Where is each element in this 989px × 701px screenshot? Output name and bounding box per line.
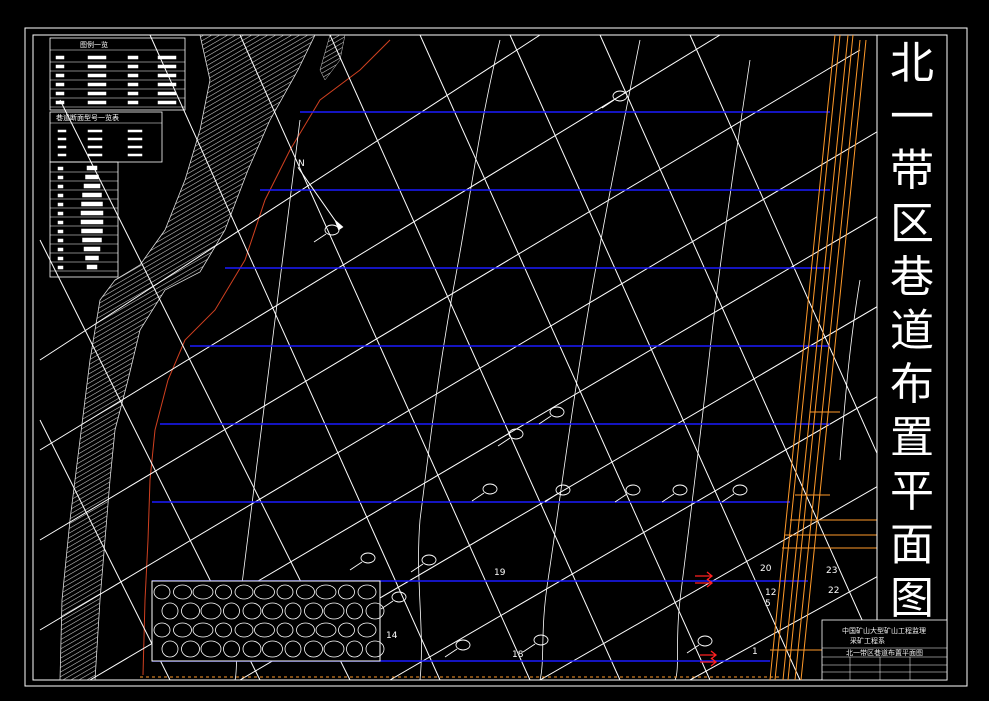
roadways [152,111,830,662]
legend-symbol [55,64,65,69]
legend-symbol [87,100,107,105]
legend-symbol [87,64,107,69]
legend-symbol [85,255,99,261]
station-marker-leader [661,493,675,503]
vertical-title-char: 图 [890,573,934,624]
legend-symbol [157,73,177,78]
vertical-title-char: 一 [890,92,934,143]
legend-symbol [157,91,177,96]
goaf-area [151,580,381,662]
station-markers [313,90,748,658]
vertical-title-char: 置 [890,413,934,464]
label-14: 14 [386,631,398,641]
label-19: 19 [494,568,506,578]
station-marker [482,483,498,495]
legend-symbol [55,73,65,78]
legend-symbol [87,55,107,60]
station-marker [360,552,376,564]
station-marker [549,406,565,418]
cad-drawing-canvas: N 图例一览 巷道断面型号一览表 19 20 23 22 12 5 14 18 [0,0,989,701]
vertical-title-char: 平 [890,466,934,517]
station-marker [533,634,549,646]
red-boundary-line [142,39,391,676]
title-block-project-line1: 中国矿山大型矿山工程监理 [842,626,926,635]
legend-symbol [157,100,177,105]
legend-symbol [86,264,98,270]
station-marker-leader [601,99,615,109]
vertical-title-char: 北 [890,38,934,89]
title-block: 中国矿山大型矿山工程监理 采矿工程系 北一带区巷道布置平面图 [821,619,948,681]
legend-symbol [55,55,65,60]
flow-arrows [695,571,718,667]
station-marker-leader [522,643,536,653]
label-23: 23 [826,566,837,576]
station-marker-leader [380,600,394,610]
title-block-project-line2: 采矿工程系 [850,636,885,645]
label-20: 20 [760,564,772,574]
legend-symbol [81,201,103,207]
legend-symbol [86,165,98,171]
vertical-title-char: 区 [890,199,934,250]
legend-symbol [127,91,139,96]
legend-symbol [157,55,177,60]
legend-symbol [127,100,139,105]
mine-layout-drawing: N 图例一览 巷道断面型号一览表 19 20 23 22 12 5 14 18 [24,27,968,687]
legend-symbol [87,73,107,78]
vertical-title: 北一带区巷道布置平面图 [890,38,934,624]
label-22: 22 [828,586,839,596]
north-letter: N [298,159,305,169]
station-marker [625,484,641,496]
legend-symbol [127,55,139,60]
label-12: 12 [765,588,776,598]
station-marker [672,484,688,496]
legend-symbol [83,183,101,189]
station-marker-leader [721,493,735,503]
station-marker-leader [313,233,327,243]
station-marker-leader [349,561,363,571]
station-marker [455,639,471,651]
legend-symbol [55,100,65,105]
vertical-title-char: 布 [890,359,934,410]
legend-symbol [87,82,107,87]
station-marker-leader [614,493,628,503]
station-marker [324,224,340,236]
station-marker-leader [471,492,485,502]
station-marker [508,428,524,440]
legend-symbol [127,64,139,69]
legend-symbol [83,246,101,252]
station-marker [697,635,713,647]
legend-symbol [82,237,102,243]
legend-symbol [85,174,99,180]
legend-symbol [55,82,65,87]
station-marker [391,591,407,603]
label-5: 5 [765,599,771,609]
legend-symbol [81,228,103,234]
legend-symbol [87,91,107,96]
legend-subtitle: 巷道断面型号一览表 [56,113,119,122]
label-1: 1 [752,647,758,657]
title-block-drawing-name: 北一带区巷道布置平面图 [846,648,923,657]
station-marker-leader [410,563,424,573]
station-marker [555,484,571,496]
main-shafts [769,35,867,680]
station-marker [421,554,437,566]
legend-symbol [157,64,177,69]
legend-symbol [127,73,139,78]
legend-symbol [80,219,104,225]
legend-symbol [55,91,65,96]
station-marker-leader [544,493,558,503]
legend-symbol [82,192,102,198]
legend-symbol [157,82,177,87]
legend-symbol [127,82,139,87]
vertical-title-char: 道 [890,306,934,357]
legend-symbol [80,210,104,216]
station-marker-leader [538,415,552,425]
station-marker-leader [444,648,458,658]
vertical-title-char: 带 [890,145,934,196]
label-18: 18 [512,650,524,660]
vertical-title-char: 面 [890,520,934,571]
vertical-title-char: 巷 [890,252,934,303]
station-marker [732,484,748,496]
legend-title: 图例一览 [80,40,108,49]
